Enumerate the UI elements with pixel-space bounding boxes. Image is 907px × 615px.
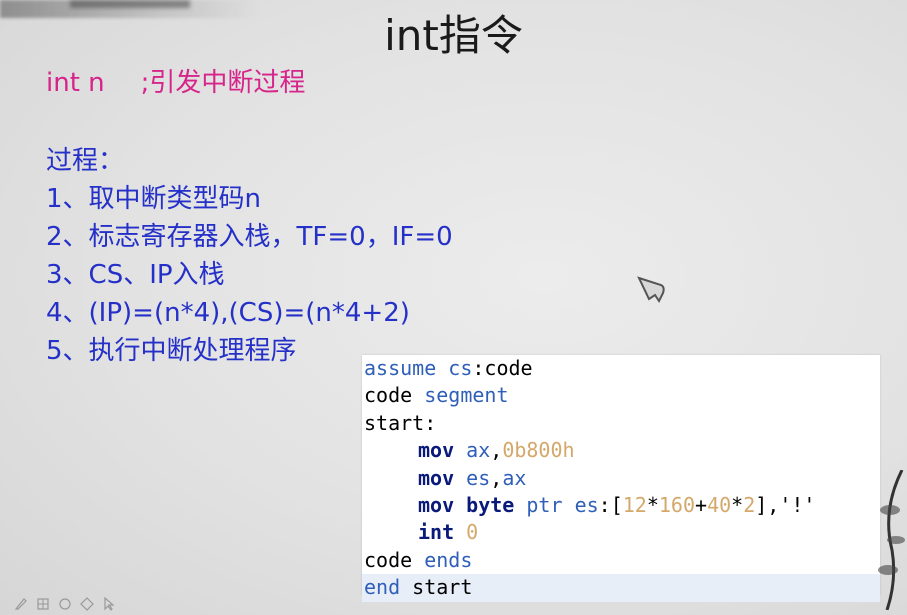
- slide-title: int指令: [384, 11, 523, 60]
- code-token: mov: [418, 465, 455, 490]
- code-token: ptr: [526, 492, 563, 517]
- process-heading: 过程：: [46, 146, 125, 176]
- code-token: ends: [424, 547, 473, 572]
- code-token: ,: [490, 465, 503, 490]
- code-line-5: mov es,ax: [362, 465, 880, 492]
- int-instruction-line: int n ;引发中断过程: [46, 62, 305, 99]
- code-line-7: int 0: [362, 519, 880, 546]
- step-2: 2、标志寄存器入栈，TF=0，IF=0: [46, 222, 453, 252]
- code-token: *: [731, 492, 744, 517]
- code-line-6: mov byte ptr es:[12*160+40*2],'!': [362, 492, 880, 519]
- code-token: 12: [622, 492, 647, 517]
- code-token: start:: [364, 410, 437, 435]
- slideshow-toolbar: [14, 597, 116, 615]
- mouse-cursor-icon: [637, 276, 665, 303]
- code-token: mov: [418, 492, 455, 517]
- code-line-4: mov ax,0b800h: [362, 437, 880, 464]
- code-token: 40: [707, 492, 732, 517]
- code-token: es: [574, 492, 599, 517]
- code-token: byte: [466, 492, 515, 517]
- code-panel: assume cs:code code segment start: mov a…: [362, 355, 880, 602]
- pointer-icon[interactable]: [102, 597, 116, 611]
- code-line-3: start:: [362, 410, 880, 437]
- code-token: es: [466, 465, 491, 490]
- grid-icon[interactable]: [36, 597, 50, 611]
- int-instruction: int n: [46, 68, 105, 98]
- code-token: :code: [472, 356, 533, 380]
- code-token: 0b800h: [502, 438, 575, 463]
- code-token: +: [695, 492, 708, 517]
- code-token: mov: [418, 438, 455, 463]
- code-line-8: code ends: [362, 547, 880, 574]
- process-steps: 过程： 1、取中断类型码n 2、标志寄存器入栈，TF=0，IF=0 3、CS、I…: [46, 142, 453, 370]
- code-token: assume: [364, 356, 449, 380]
- eraser-icon[interactable]: [58, 597, 72, 611]
- code-token: start: [400, 575, 473, 600]
- code-line-2: code segment: [362, 382, 880, 409]
- code-token: int: [418, 520, 455, 545]
- code-token: ax: [502, 465, 527, 490]
- step-4: 4、(IP)=(n*4),(CS)=(n*4+2): [46, 298, 410, 328]
- code-token: :[: [598, 492, 623, 517]
- code-token: *: [646, 492, 659, 517]
- diamond-icon[interactable]: [80, 597, 94, 611]
- code-token: 0: [466, 520, 479, 545]
- code-token: 160: [658, 492, 696, 517]
- code-token: 2: [743, 492, 756, 517]
- code-line-1: assume cs:code: [362, 355, 880, 382]
- branch-decoration: [878, 470, 905, 610]
- code-token: end: [364, 575, 401, 600]
- code-token: ax: [466, 438, 491, 463]
- pen-icon[interactable]: [14, 597, 28, 611]
- code-token: ],'!': [755, 492, 816, 517]
- step-3: 3、CS、IP入栈: [46, 260, 225, 290]
- code-token: ,: [490, 438, 503, 463]
- code-token: cs: [448, 356, 473, 380]
- int-comment: ;引发中断过程: [140, 68, 306, 98]
- code-line-9: end start: [362, 574, 880, 602]
- code-token: code: [364, 547, 425, 572]
- code-token: code: [364, 383, 425, 408]
- code-token: segment: [424, 383, 509, 408]
- step-1: 1、取中断类型码n: [46, 184, 262, 214]
